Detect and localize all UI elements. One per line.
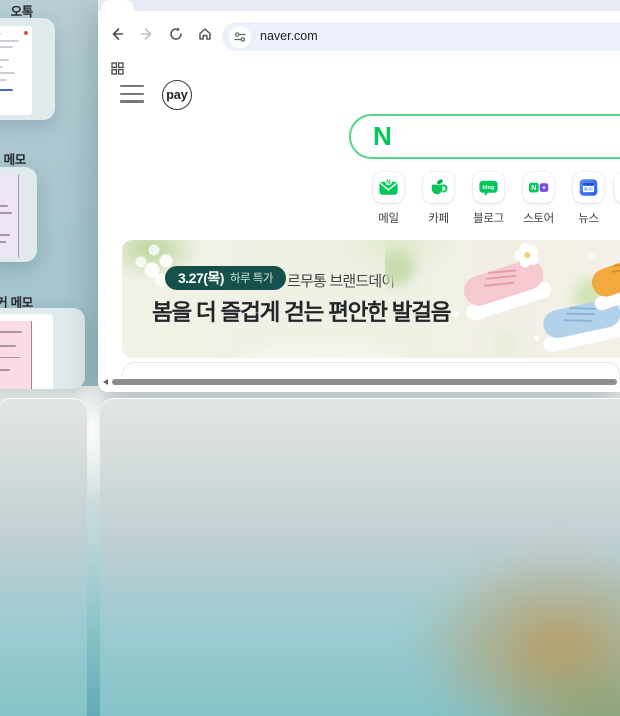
promo-banner[interactable]: 3.27(목) 하루 특가 르무통 브랜드데이 봄을 더 즐겁게 걷는 편안한 … bbox=[122, 240, 620, 358]
petal bbox=[450, 311, 460, 317]
sale-badge-date: 3.27(목) bbox=[178, 270, 224, 286]
memo-thumbnail bbox=[0, 175, 19, 257]
browser-toolbar: naver.com bbox=[98, 11, 620, 57]
search-bar[interactable]: N bbox=[349, 114, 620, 159]
text-skeleton bbox=[0, 369, 10, 372]
banner-subtitle: 르무통 브랜드데이 bbox=[287, 273, 395, 290]
browser-tab[interactable] bbox=[101, 0, 134, 11]
text-skeleton bbox=[0, 59, 9, 61]
tab-strip bbox=[98, 0, 620, 11]
back-icon[interactable] bbox=[109, 26, 125, 42]
cafe-icon bbox=[431, 179, 448, 195]
naver-logo: N bbox=[373, 121, 392, 151]
hamburger-menu-icon[interactable] bbox=[120, 85, 144, 103]
svg-text:+: + bbox=[542, 183, 546, 192]
kakaotalk-thumbnail bbox=[0, 26, 32, 115]
apps-grid-icon[interactable] bbox=[111, 62, 124, 75]
site-info-icon bbox=[234, 31, 246, 42]
mail-icon: N bbox=[379, 178, 398, 195]
service-news[interactable]: 뉴스 bbox=[565, 172, 612, 226]
naver-pay-logo[interactable]: pay bbox=[162, 80, 192, 110]
petal bbox=[534, 335, 540, 341]
site-info-button[interactable] bbox=[229, 25, 251, 48]
forward-icon[interactable] bbox=[139, 26, 155, 42]
sticky-memo-thumbnail bbox=[0, 314, 53, 389]
address-bar[interactable]: naver.com bbox=[222, 22, 620, 51]
frosted-panel-left[interactable] bbox=[0, 398, 87, 716]
text-skeleton bbox=[0, 88, 13, 91]
text-skeleton bbox=[0, 356, 20, 359]
blog-icon: blog bbox=[479, 180, 498, 197]
browser-window[interactable]: naver.com pay N N 메일 카페 blog 블로그 N + 스토어… bbox=[98, 0, 620, 392]
text-skeleton bbox=[0, 72, 15, 74]
service-partial-icon[interactable] bbox=[614, 172, 620, 203]
pink-sneaker bbox=[463, 242, 551, 321]
service-mail[interactable]: N 메일 bbox=[365, 172, 412, 226]
text-skeleton bbox=[0, 46, 13, 48]
text-skeleton bbox=[0, 241, 6, 243]
service-store[interactable]: N + 스토어 bbox=[515, 172, 562, 226]
text-skeleton bbox=[0, 205, 8, 207]
text-skeleton bbox=[0, 33, 1, 35]
text-skeleton bbox=[0, 234, 10, 237]
bookmarks-bar bbox=[98, 57, 620, 79]
service-cafe[interactable]: 카페 bbox=[415, 172, 462, 226]
services-row: N 메일 카페 blog 블로그 N + 스토어 뉴스 bbox=[365, 172, 612, 226]
text-skeleton bbox=[0, 211, 12, 214]
task-card-kakaotalk[interactable] bbox=[0, 18, 55, 120]
text-skeleton bbox=[0, 65, 3, 68]
text-skeleton bbox=[0, 78, 7, 81]
task-card-memo[interactable] bbox=[0, 167, 37, 262]
task-label-memo: 메모 bbox=[3, 153, 27, 167]
scrollbar-thumb[interactable] bbox=[112, 378, 617, 386]
home-icon[interactable] bbox=[197, 26, 213, 42]
sale-badge-label: 하루 특가 bbox=[229, 273, 274, 285]
svg-text:N: N bbox=[386, 179, 391, 186]
pink-note bbox=[0, 321, 32, 389]
text-skeleton bbox=[0, 344, 16, 347]
shoes-illustration bbox=[385, 242, 620, 358]
svg-text:N: N bbox=[531, 184, 536, 192]
blog-icon-text: blog bbox=[482, 185, 495, 191]
scrollbar-left-arrow-icon[interactable] bbox=[103, 379, 108, 386]
store-icon: N + bbox=[528, 182, 549, 193]
notification-dot bbox=[24, 31, 28, 35]
text-skeleton bbox=[0, 331, 22, 333]
reload-icon[interactable] bbox=[168, 26, 184, 42]
sale-badge: 3.27(목) 하루 특가 bbox=[165, 266, 286, 290]
text-skeleton bbox=[0, 39, 19, 42]
petal bbox=[586, 252, 596, 260]
task-card-sticky-memo[interactable] bbox=[0, 308, 85, 389]
task-view-screen: 오톡 메모 커 메모 naver.com pay N N 메일 카페 blog … bbox=[0, 0, 620, 716]
horizontal-scrollbar[interactable] bbox=[98, 377, 620, 387]
url-text: naver.com bbox=[260, 29, 318, 43]
frosted-panel-right[interactable] bbox=[100, 398, 620, 716]
service-blog[interactable]: blog 블로그 bbox=[465, 172, 512, 226]
news-icon bbox=[579, 179, 598, 196]
